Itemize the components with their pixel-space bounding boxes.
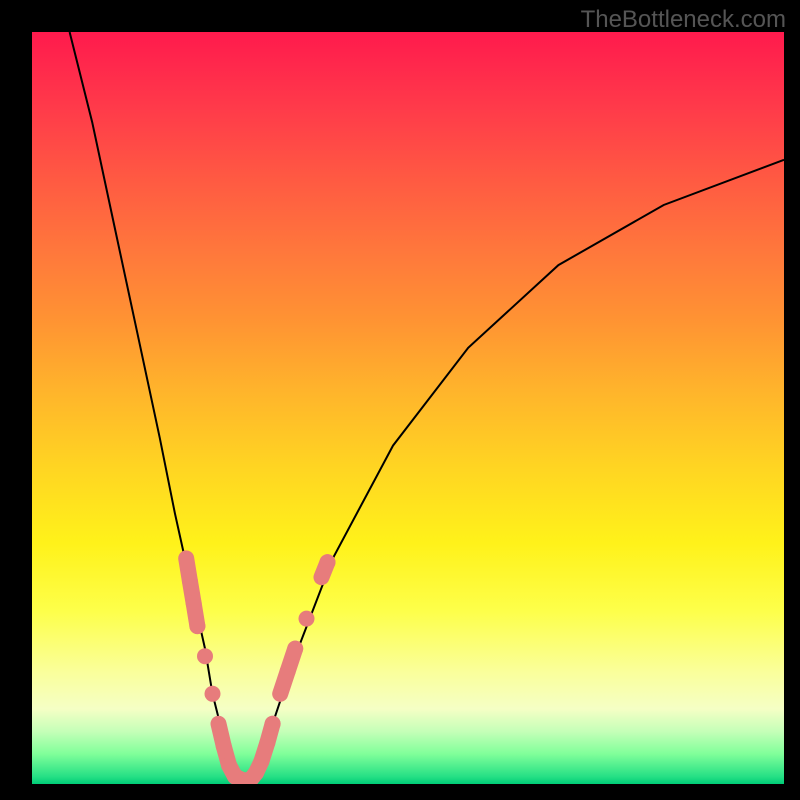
data-point [205,686,221,702]
data-point [197,648,213,664]
data-point [189,618,205,634]
data-point [299,611,315,627]
data-point [320,554,336,570]
chart-plot-area [32,32,784,784]
left-curve-line [70,32,243,784]
chart-svg [32,32,784,784]
attribution-text: TheBottleneck.com [581,6,786,34]
data-point [265,716,281,732]
right-curve-line [243,160,784,784]
data-point [287,641,303,657]
